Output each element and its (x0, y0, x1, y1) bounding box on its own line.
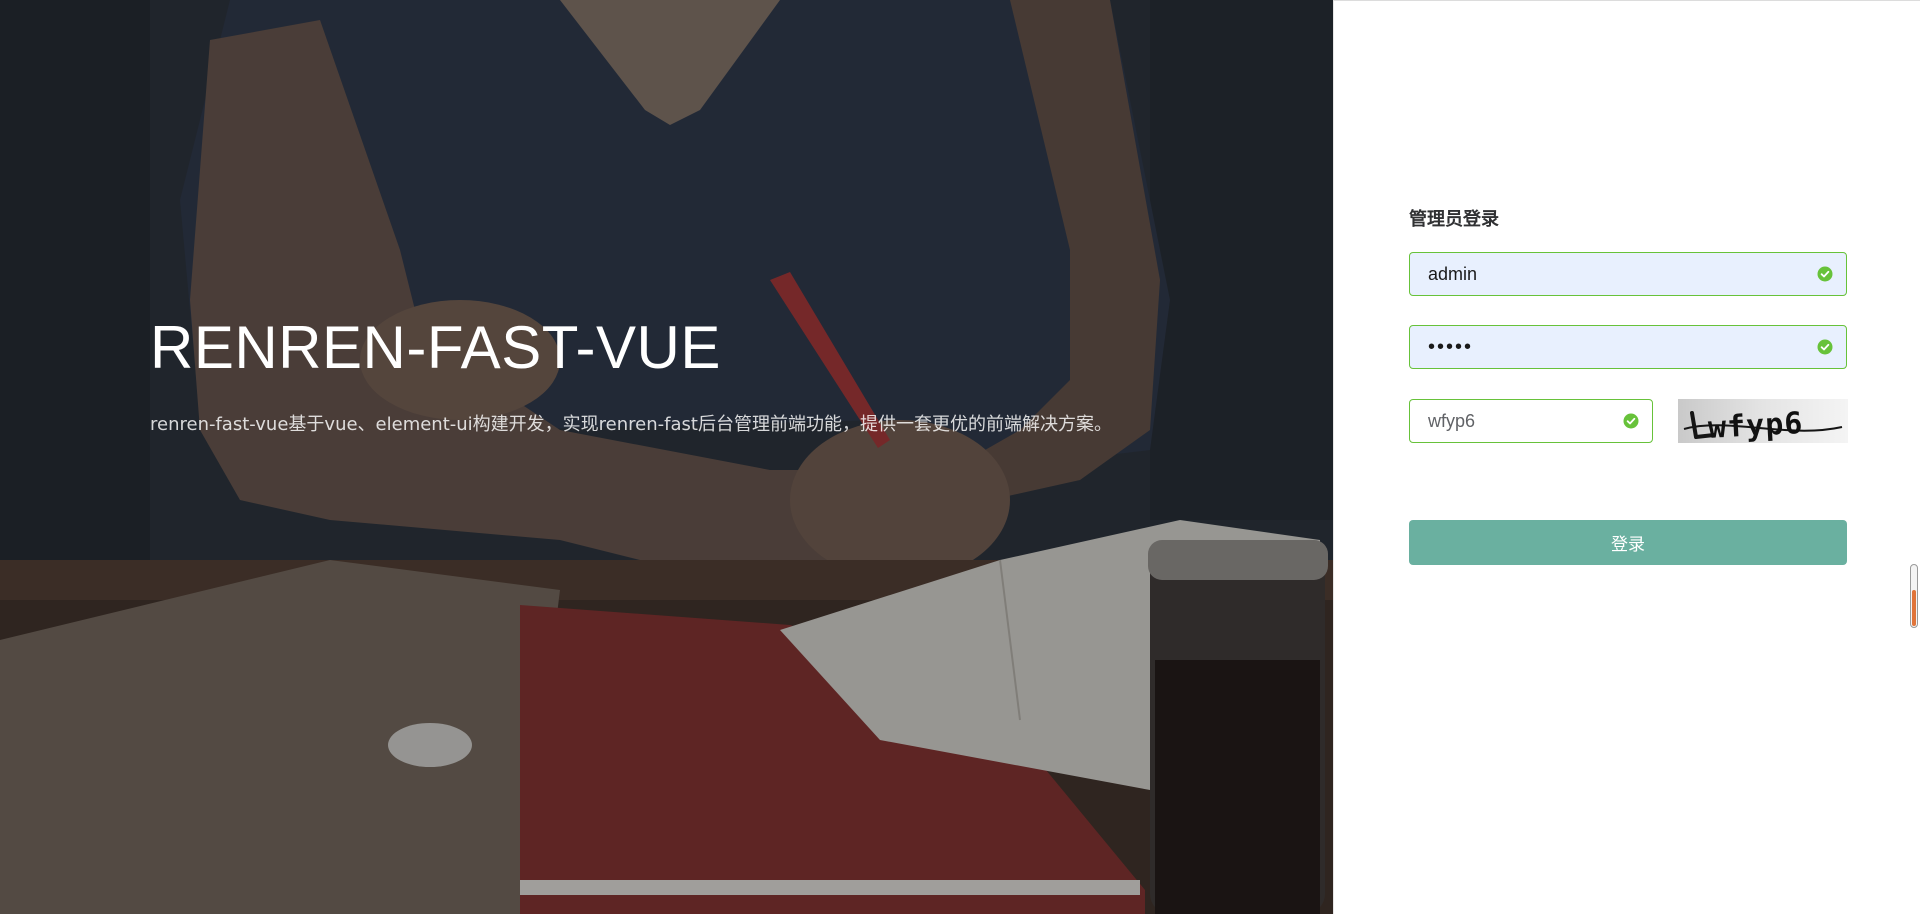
hero-overlay (0, 0, 1333, 914)
login-title: 管理员登录 (1409, 209, 1499, 230)
circle-check-icon (1623, 413, 1639, 429)
captcha-input[interactable] (1410, 400, 1623, 442)
captcha-graphic: wfyp6 (1683, 406, 1843, 443)
hero-description: renren-fast-vue基于vue、element-ui构建开发，实现re… (150, 414, 1112, 435)
login-button[interactable]: 登录 (1409, 520, 1847, 565)
username-field (1409, 252, 1847, 296)
captcha-field (1409, 399, 1653, 443)
password-input[interactable] (1410, 326, 1817, 368)
password-field (1409, 325, 1847, 369)
circle-check-icon (1817, 339, 1833, 355)
captcha-image[interactable]: wfyp6 (1678, 399, 1848, 443)
scroll-thumb[interactable] (1912, 590, 1916, 626)
hero-panel: RENREN-FAST-VUE renren-fast-vue基于vue、ele… (0, 0, 1333, 914)
login-page: RENREN-FAST-VUE renren-fast-vue基于vue、ele… (0, 0, 1920, 914)
circle-check-icon (1817, 266, 1833, 282)
username-input[interactable] (1410, 253, 1817, 295)
hero-title: RENREN-FAST-VUE (150, 314, 721, 381)
login-panel: 管理员登录 wfyp6 (1333, 0, 1920, 914)
captcha-text: wfyp6 (1707, 406, 1804, 443)
scroll-indicator[interactable] (1910, 564, 1918, 628)
